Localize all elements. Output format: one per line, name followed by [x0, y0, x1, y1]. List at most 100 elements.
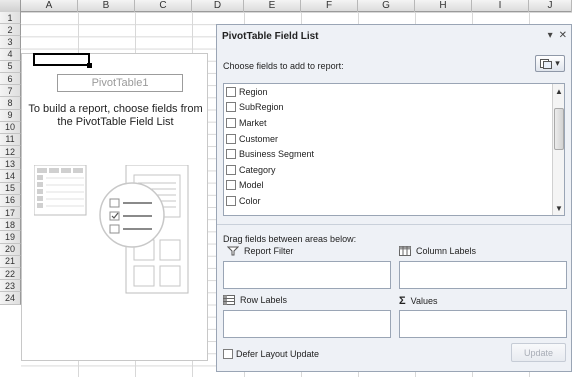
row-labels-drop-area[interactable] [223, 310, 391, 338]
column-header[interactable]: F [301, 0, 358, 12]
column-header[interactable]: C [135, 0, 192, 12]
row-header[interactable]: 5 [0, 60, 21, 73]
row-header[interactable]: 17 [0, 207, 21, 220]
field-checkbox[interactable] [226, 149, 236, 160]
row-header[interactable]: 20 [0, 243, 21, 256]
row-header[interactable]: 10 [0, 121, 21, 134]
row-header[interactable]: 4 [0, 48, 21, 61]
close-icon[interactable]: ✕ [559, 30, 567, 41]
values-drop-area[interactable] [399, 310, 567, 338]
column-header[interactable]: H [415, 0, 472, 12]
scroll-up-icon[interactable]: ▲ [554, 85, 564, 97]
scrollbar-thumb[interactable] [554, 108, 564, 150]
field-checkbox[interactable] [226, 133, 236, 144]
field-label: Market [239, 117, 267, 128]
defer-label: Defer Layout Update [236, 349, 320, 359]
row-header[interactable]: 8 [0, 97, 21, 110]
field-item-market[interactable]: Market [224, 115, 564, 131]
column-header[interactable]: I [472, 0, 529, 12]
field-item-color[interactable]: Color [224, 193, 564, 209]
column-labels-label: Column Labels [399, 246, 476, 256]
field-item-subregion[interactable]: SubRegion [224, 100, 564, 116]
field-item-region[interactable]: Region [224, 84, 564, 100]
row-header[interactable]: 15 [0, 182, 21, 195]
pivot-table-name-box: PivotTable1 [57, 74, 183, 92]
field-list-scrollbar[interactable]: ▲ ▼ [552, 84, 564, 215]
field-label: Category [239, 164, 276, 175]
row-header[interactable]: 1 [0, 12, 21, 25]
choose-fields-label: Choose fields to add to report: [223, 61, 344, 71]
row-header[interactable]: 19 [0, 231, 21, 244]
values-text: Values [410, 296, 438, 306]
row-header[interactable]: 13 [0, 158, 21, 171]
field-list-box: Region SubRegion Market Customer Busines… [223, 83, 565, 216]
chevron-down-icon[interactable]: ▾ [548, 30, 553, 41]
field-item-model[interactable]: Model [224, 178, 564, 194]
row-header[interactable]: 7 [0, 85, 21, 98]
column-header[interactable]: J [529, 0, 572, 12]
row-header[interactable]: 23 [0, 280, 21, 293]
row-header[interactable]: 11 [0, 133, 21, 147]
field-checkbox[interactable] [226, 102, 236, 113]
pivot-field-list-panel: PivotTable Field List ▾ ✕ Choose fields … [216, 24, 572, 372]
column-header[interactable]: A [21, 0, 78, 12]
row-header-column: 1 2 3 4 5 6 7 8 9 10 11 12 13 14 15 16 1… [0, 12, 21, 305]
row-labels-label: Row Labels [223, 295, 287, 305]
field-checkbox[interactable] [226, 195, 236, 206]
fill-handle[interactable] [87, 63, 92, 68]
row-header[interactable]: 24 [0, 292, 21, 305]
row-header[interactable]: 2 [0, 24, 21, 37]
row-header[interactable]: 21 [0, 255, 21, 268]
select-all-corner[interactable] [0, 0, 21, 12]
row-header[interactable]: 22 [0, 267, 21, 281]
field-label: Customer [239, 133, 279, 144]
field-checkbox[interactable] [226, 117, 236, 128]
field-label: Business Segment [239, 149, 315, 160]
layout-icon [540, 58, 553, 69]
row-header[interactable]: 6 [0, 72, 21, 86]
row-header[interactable]: 18 [0, 219, 21, 232]
column-header[interactable]: B [78, 0, 135, 12]
row-header[interactable]: 9 [0, 109, 21, 122]
report-filter-label: Report Filter [227, 246, 294, 256]
field-label: SubRegion [239, 102, 284, 113]
field-label: Region [239, 86, 268, 97]
report-filter-drop-area[interactable] [223, 261, 391, 289]
filter-icon [227, 246, 239, 256]
row-header[interactable]: 3 [0, 36, 21, 49]
drag-fields-label: Drag fields between areas below: [223, 234, 357, 244]
pivot-table-hint: To build a report, choose fields from th… [28, 103, 203, 128]
column-labels-drop-area[interactable] [399, 261, 567, 289]
field-checkbox[interactable] [226, 180, 236, 191]
row-header[interactable]: 14 [0, 170, 21, 183]
defer-checkbox[interactable] [223, 349, 233, 359]
defer-layout-update[interactable]: Defer Layout Update [223, 349, 319, 359]
active-cell-selection[interactable] [33, 53, 90, 66]
scroll-down-icon[interactable]: ▼ [554, 202, 564, 214]
field-item-business-segment[interactable]: Business Segment [224, 146, 564, 162]
column-header-row: A B C D E F G H I J [0, 0, 572, 12]
column-header[interactable]: G [358, 0, 415, 12]
row-header[interactable]: 16 [0, 194, 21, 207]
field-checkbox[interactable] [226, 164, 236, 175]
field-label: Model [239, 180, 264, 191]
values-label: Σ Values [399, 295, 437, 307]
update-button[interactable]: Update [511, 343, 566, 362]
row-labels-text: Row Labels [240, 295, 288, 305]
field-item-category[interactable]: Category [224, 162, 564, 178]
report-filter-text: Report Filter [244, 246, 294, 256]
pivot-illustration-icon [34, 165, 189, 294]
panel-title: PivotTable Field List [222, 31, 319, 42]
field-label: Color [239, 195, 261, 206]
row-header[interactable]: 12 [0, 146, 21, 159]
sigma-icon: Σ [399, 295, 406, 307]
panel-divider [217, 224, 571, 225]
field-list-layout-button[interactable]: ▾ [535, 55, 565, 72]
panel-controls: ▾ ✕ [548, 30, 567, 41]
column-header[interactable]: E [244, 0, 301, 12]
row-labels-icon [223, 295, 235, 305]
column-labels-text: Column Labels [416, 246, 477, 256]
field-item-customer[interactable]: Customer [224, 131, 564, 147]
column-header[interactable]: D [192, 0, 244, 12]
field-checkbox[interactable] [226, 86, 236, 97]
